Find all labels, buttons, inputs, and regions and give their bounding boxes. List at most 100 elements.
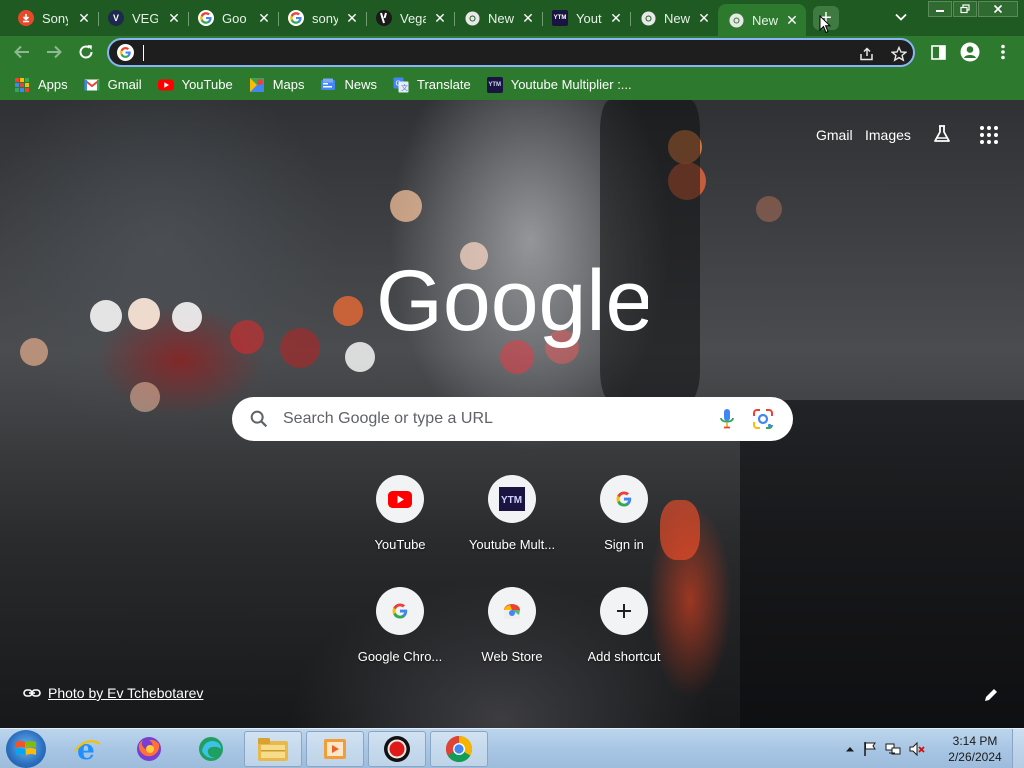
taskbar-firefox[interactable] [120, 731, 178, 767]
bookmark-youtube-multiplier[interactable]: YTM Youtube Multiplier :... [486, 73, 632, 97]
start-button[interactable] [6, 730, 46, 768]
search-icon [250, 410, 268, 428]
restore-button[interactable] [953, 1, 977, 17]
side-panel-icon[interactable] [928, 42, 948, 62]
shortcut-label: YouTube [374, 537, 426, 552]
shortcut-sign-in[interactable]: Sign in [568, 475, 680, 575]
shortcut-google-chrome[interactable]: Google Chro... [344, 587, 456, 687]
chrome-icon [640, 10, 656, 26]
taskbar-file-explorer[interactable] [244, 731, 302, 767]
bokeh-light [345, 342, 375, 372]
taskbar-internet-explorer[interactable]: e [58, 731, 116, 767]
show-hidden-icons-icon[interactable] [845, 745, 855, 753]
shortcut-tile [600, 587, 648, 635]
bookmark-translate[interactable]: G文 Translate [393, 73, 471, 97]
volume-muted-icon[interactable] [909, 741, 925, 757]
google-apps-grid-icon[interactable] [980, 126, 998, 144]
gmail-link[interactable]: Gmail [816, 127, 853, 143]
taskbar-chrome[interactable] [430, 731, 488, 767]
tab-new-active[interactable]: New ✕ [718, 4, 806, 36]
shortcut-web-store[interactable]: Web Store [456, 587, 568, 687]
bookmark-gmail[interactable]: Gmail [84, 73, 142, 97]
close-icon[interactable]: ✕ [344, 10, 360, 26]
close-icon[interactable]: ✕ [520, 10, 536, 26]
close-icon[interactable]: ✕ [256, 10, 272, 26]
search-box[interactable] [232, 397, 793, 441]
tab-vegas-2[interactable]: Vega ✕ [366, 4, 455, 32]
google-logo-text: Google [376, 256, 648, 348]
google-g-icon [117, 44, 134, 61]
back-button[interactable] [10, 40, 34, 64]
close-icon[interactable]: ✕ [76, 10, 92, 26]
bokeh-light [756, 196, 782, 222]
tab-youtube-multiplier[interactable]: YTM Yout ✕ [542, 4, 631, 32]
shortcut-tile: YTM [488, 475, 536, 523]
bookmark-maps[interactable]: Maps [249, 73, 305, 97]
google-g-icon [198, 10, 214, 26]
share-icon[interactable] [857, 44, 877, 64]
customize-pencil-icon[interactable] [983, 687, 999, 703]
shortcut-add[interactable]: Add shortcut [568, 587, 680, 687]
images-link[interactable]: Images [865, 127, 911, 143]
tab-google[interactable]: Goo ✕ [188, 4, 279, 32]
tab-title: Goo [222, 10, 247, 26]
tab-new-1[interactable]: New ✕ [454, 4, 543, 32]
microphone-icon[interactable] [717, 408, 737, 430]
bookmark-apps[interactable]: Apps [14, 73, 68, 97]
bookmark-youtube[interactable]: YouTube [157, 73, 233, 97]
address-bar[interactable] [107, 38, 915, 67]
taskbar-recorder[interactable] [368, 731, 426, 767]
window-close-button[interactable] [978, 1, 1018, 17]
minimize-button[interactable] [928, 1, 952, 17]
bookmark-label: Translate [417, 77, 471, 92]
close-icon[interactable]: ✕ [608, 10, 624, 26]
tab-vegas[interactable]: V VEGA ✕ [98, 4, 189, 32]
close-icon[interactable]: ✕ [166, 10, 182, 26]
shortcut-youtube[interactable]: YouTube [344, 475, 456, 575]
system-clock[interactable]: 3:14 PM 2/26/2024 [940, 733, 1010, 765]
search-input[interactable] [283, 408, 703, 430]
labs-flask-icon[interactable] [931, 123, 953, 145]
action-center-flag-icon[interactable] [863, 741, 877, 757]
google-lens-icon[interactable] [752, 408, 774, 430]
bookmark-star-icon[interactable] [889, 44, 909, 64]
svg-text:e: e [77, 734, 95, 764]
tab-title: Yout [576, 10, 602, 26]
close-icon[interactable]: ✕ [784, 12, 800, 28]
google-g-icon [288, 10, 304, 26]
forward-button[interactable] [42, 40, 66, 64]
close-icon[interactable]: ✕ [432, 10, 448, 26]
address-input[interactable] [141, 43, 841, 63]
shortcut-youtube-multiplier[interactable]: YTM Youtube Mult... [456, 475, 568, 575]
taskbar-edge[interactable] [182, 731, 240, 767]
taskbar-media-player[interactable] [306, 731, 364, 767]
close-icon[interactable]: ✕ [696, 10, 712, 26]
system-tray [845, 729, 925, 768]
tab-sony[interactable]: Sony ✕ [8, 4, 99, 32]
bokeh-light [90, 300, 122, 332]
bookmark-label: Youtube Multiplier :... [510, 77, 632, 92]
vegas-slash-icon [376, 10, 392, 26]
tab-search-chevron-icon[interactable] [895, 8, 907, 24]
bookmark-label: YouTube [181, 77, 233, 92]
tab-title: sony [312, 10, 338, 26]
vegas-v-icon: V [108, 10, 124, 26]
network-icon[interactable] [885, 741, 901, 757]
ytm-icon: YTM [552, 10, 568, 26]
more-menu-icon[interactable] [993, 42, 1013, 62]
google-g-icon [392, 603, 408, 619]
show-desktop-button[interactable] [1012, 729, 1024, 768]
profile-avatar-icon[interactable] [960, 42, 980, 62]
bookmark-news[interactable]: News [320, 73, 377, 97]
photo-attribution[interactable]: Photo by Ev Tchebotarev [23, 685, 203, 701]
reload-button[interactable] [74, 40, 98, 64]
bookmark-label: Maps [272, 77, 305, 92]
tab-title: New [752, 12, 778, 28]
tab-new-2[interactable]: New ✕ [630, 4, 718, 32]
clock-date: 2/26/2024 [948, 750, 1002, 764]
chrome-icon [464, 10, 480, 26]
media-player-icon [324, 739, 346, 759]
tab-google-sony[interactable]: sony ✕ [278, 4, 367, 32]
bookmark-label: News [344, 77, 377, 92]
tab-title: Vega [400, 10, 426, 26]
